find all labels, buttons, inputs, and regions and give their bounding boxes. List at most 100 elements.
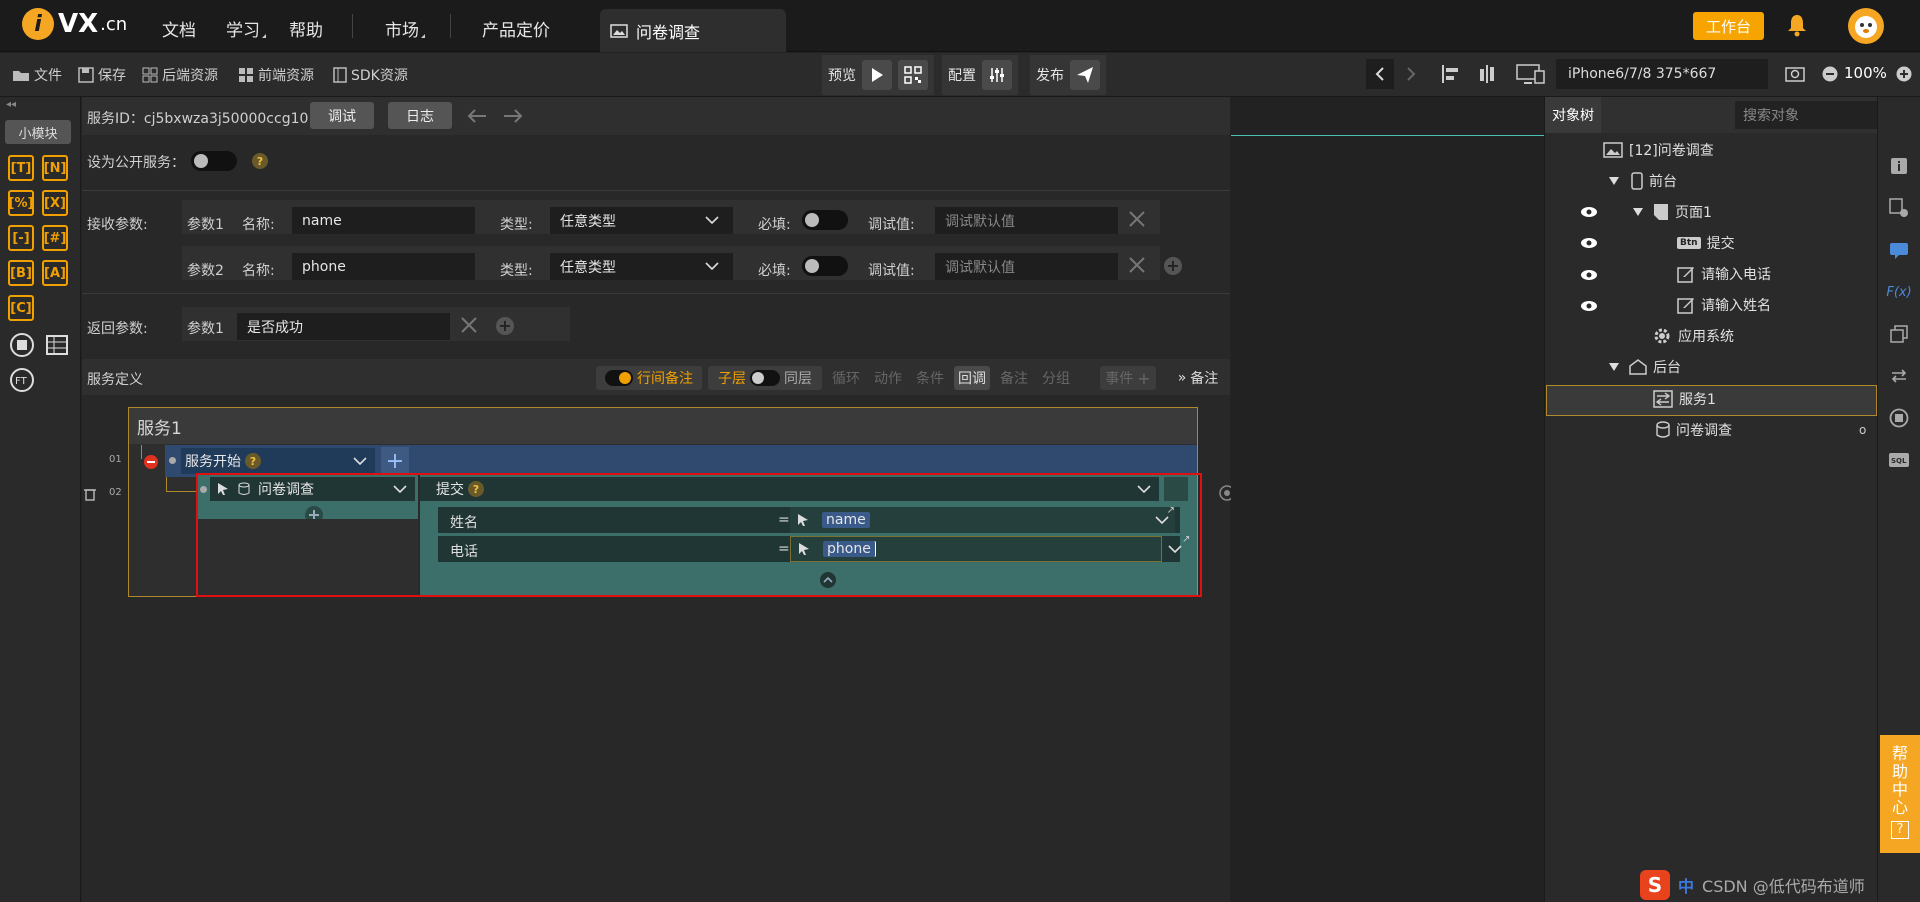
help-icon[interactable]: ? <box>252 153 268 169</box>
qrcode-button[interactable] <box>898 60 928 90</box>
trash-icon[interactable] <box>84 487 96 501</box>
public-service-toggle[interactable] <box>191 151 237 171</box>
percent-component-icon[interactable]: [%] <box>8 190 34 216</box>
tab-survey[interactable]: 问卷调查 <box>600 9 786 52</box>
field-value-input[interactable]: name ↗ <box>790 505 1175 533</box>
ft-module-icon[interactable]: FT <box>9 367 35 393</box>
nav-help[interactable]: 帮助 <box>289 16 323 41</box>
number-component-icon[interactable]: [N] <box>42 155 68 181</box>
function-icon[interactable]: F(x) <box>1886 281 1911 303</box>
nav-pricing[interactable]: 产品定价 <box>482 16 550 41</box>
table-module-icon[interactable] <box>44 332 70 358</box>
bell-icon[interactable] <box>1786 13 1808 37</box>
object-tree-tab[interactable]: 对象树 <box>1545 97 1601 133</box>
database-module-icon[interactable] <box>1888 407 1910 429</box>
close-icon[interactable] <box>1128 256 1146 274</box>
target-object-select[interactable]: 问卷调查 <box>210 477 415 501</box>
action-select[interactable]: 提交? <box>420 477 1159 501</box>
help-icon[interactable]: ? <box>245 453 261 469</box>
text-component-icon[interactable]: [T] <box>8 155 34 181</box>
zoom-out-icon[interactable] <box>1822 66 1838 82</box>
mini-module-button[interactable]: 小模块 <box>5 120 71 144</box>
group-button[interactable]: 分组 <box>1038 366 1074 390</box>
action-button[interactable]: 动作 <box>870 366 906 390</box>
tree-item-app-system[interactable]: 应用系统 <box>1652 326 1734 346</box>
device-select[interactable]: iPhone6/7/8 375*667 <box>1556 59 1768 89</box>
debug-value-input[interactable]: 调试默认值 <box>935 253 1118 280</box>
tree-item-survey-db[interactable]: 问卷调查 <box>1656 420 1732 440</box>
debug-value-input[interactable]: 调试默认值 <box>935 207 1118 234</box>
notes-panel-button[interactable]: » 备注 <box>1170 366 1226 390</box>
loop-button[interactable]: 循环 <box>828 366 864 390</box>
add-param-button[interactable]: + <box>1164 257 1182 275</box>
screenshot-icon[interactable] <box>1785 64 1805 82</box>
eye-icon[interactable] <box>1580 269 1598 281</box>
search-object-input[interactable]: 搜索对象 <box>1735 101 1891 129</box>
sliders-button[interactable] <box>982 60 1012 90</box>
file-menu[interactable]: 文件 <box>12 65 62 85</box>
expand-icon[interactable]: ↗ <box>1182 534 1190 545</box>
back-arrow-icon[interactable] <box>1366 59 1394 89</box>
align-left-icon[interactable] <box>1440 63 1462 85</box>
tree-item-service1[interactable]: 服务1 <box>1653 389 1716 409</box>
event-button[interactable]: 事件 + <box>1100 366 1156 390</box>
list-component-icon[interactable]: [-] <box>8 225 34 251</box>
send-button[interactable] <box>1070 60 1100 90</box>
param-name-input[interactable]: phone <box>292 253 475 280</box>
info-icon[interactable] <box>1888 155 1910 177</box>
debug-button[interactable]: 调试 <box>310 102 374 129</box>
forward-arrow-icon[interactable] <box>1397 59 1425 89</box>
inline-note-toggle[interactable]: 行间备注 <box>596 366 702 390</box>
table-component-icon[interactable]: [#] <box>42 225 68 251</box>
close-icon[interactable] <box>460 316 478 334</box>
service-title[interactable]: 服务1 <box>129 408 1197 444</box>
comment-icon[interactable] <box>1164 477 1188 501</box>
tree-item-backend[interactable]: 后台 <box>1609 357 1681 377</box>
eye-icon[interactable] <box>1580 300 1598 312</box>
sql-icon[interactable]: SQL <box>1888 449 1910 471</box>
database-module-icon[interactable] <box>9 332 35 358</box>
required-toggle[interactable] <box>802 256 848 276</box>
swap-icon[interactable] <box>1888 365 1910 387</box>
service-start-select[interactable]: 服务开始? <box>181 448 375 474</box>
play-button[interactable] <box>862 60 892 90</box>
expand-icon[interactable]: ↗ <box>1167 505 1175 516</box>
avatar[interactable] <box>1847 7 1885 45</box>
add-return-param-button[interactable]: + <box>496 317 514 335</box>
tree-item-name-input[interactable]: 请输入姓名 <box>1677 295 1771 315</box>
tree-item-phone-input[interactable]: 请输入电话 <box>1677 264 1771 284</box>
backend-resources-button[interactable]: 后端资源 <box>142 65 218 85</box>
nav-learn[interactable]: 学习 <box>226 16 266 41</box>
log-button[interactable]: 日志 <box>388 102 452 129</box>
close-icon[interactable] <box>1128 210 1146 228</box>
collapse-up-icon[interactable] <box>819 571 837 589</box>
field-value-input[interactable]: phone <box>790 536 1162 562</box>
tree-item-app[interactable]: [12]问卷调查 <box>1603 140 1714 160</box>
logo[interactable]: i VX .cn <box>22 8 127 40</box>
return-param-input[interactable]: 是否成功 <box>237 313 450 340</box>
device-icon[interactable] <box>1516 63 1546 85</box>
nav-market[interactable]: 市场 <box>385 16 425 41</box>
zoom-in-icon[interactable] <box>1896 66 1912 82</box>
sdk-resources-button[interactable]: SDK资源 <box>333 65 408 85</box>
variable-component-icon[interactable]: [X] <box>42 190 68 216</box>
collapse-icon[interactable]: ◂◂ <box>6 99 16 110</box>
tree-item-submit[interactable]: Btn 提交 <box>1677 233 1735 253</box>
tree-item-frontend[interactable]: 前台 <box>1609 171 1677 191</box>
tree-item-page1[interactable]: 页面1 <box>1633 202 1712 222</box>
cluster-component-icon[interactable]: [A] <box>42 260 68 286</box>
eye-icon[interactable] <box>1580 206 1598 218</box>
save-button[interactable]: 保存 <box>78 65 126 85</box>
param-type-select[interactable]: 任意类型 <box>550 253 733 280</box>
custom-component-icon[interactable]: [C] <box>8 295 34 321</box>
callback-button[interactable]: 回调 <box>954 366 990 390</box>
align-center-icon[interactable] <box>1476 63 1498 85</box>
param-name-input[interactable]: name <box>292 207 475 234</box>
undo-arrow-icon[interactable] <box>466 108 488 124</box>
nav-docs[interactable]: 文档 <box>162 16 196 41</box>
event-icon[interactable] <box>1888 239 1910 261</box>
stop-icon[interactable] <box>143 454 159 470</box>
style-icon[interactable] <box>1888 197 1910 219</box>
param-type-select[interactable]: 任意类型 <box>550 207 733 234</box>
required-toggle[interactable] <box>802 210 848 230</box>
